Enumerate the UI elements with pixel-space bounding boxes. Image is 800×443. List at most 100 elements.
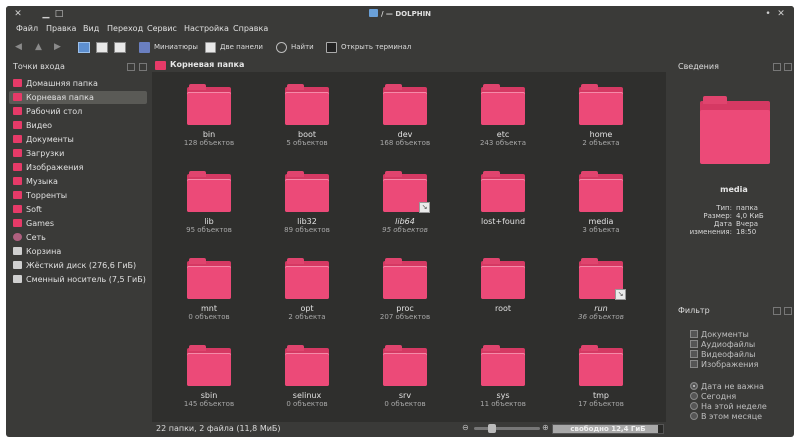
place-item[interactable]: Games [9, 217, 147, 230]
folder-item-count: 168 объектов [379, 139, 431, 147]
folder-icon [187, 169, 231, 213]
folder-name: tmp [592, 391, 609, 400]
folder-icon [187, 82, 231, 126]
folder-item-count: 207 объектов [379, 313, 431, 321]
folder-item[interactable]: lost+found [463, 169, 543, 249]
miniatures-button[interactable]: Миниатюры [139, 40, 198, 54]
place-item[interactable]: Музыка [9, 175, 147, 188]
radio-icon[interactable] [690, 412, 698, 420]
folder-item[interactable]: srv 0 объектов [365, 343, 445, 423]
filter-type-checkbox[interactable]: Документы [690, 330, 749, 339]
checkbox-icon[interactable] [690, 350, 698, 358]
checkbox-icon[interactable] [690, 330, 698, 338]
place-label: Корневая папка [26, 93, 94, 102]
icons-view-button[interactable] [78, 42, 90, 53]
close-window-icon[interactable]: ✕ [775, 8, 787, 20]
folder-item[interactable]: proc 207 объектов [365, 256, 445, 336]
place-item[interactable]: Торренты [9, 189, 147, 202]
folder-item[interactable]: tmp 17 объектов [561, 343, 641, 423]
filter-close-icon[interactable] [784, 307, 792, 315]
folder-item[interactable]: dev 168 объектов [365, 82, 445, 162]
menu-help[interactable]: Справка [233, 24, 268, 33]
folder-item[interactable]: sys 11 объектов [463, 343, 543, 423]
zoom-slider-handle[interactable] [488, 424, 496, 433]
place-item[interactable]: Сменный носитель (7,5 ГиБ) [9, 273, 147, 286]
filter-detach-icon[interactable] [773, 307, 781, 315]
place-item[interactable]: Сеть [9, 231, 147, 244]
details-view-button[interactable] [96, 42, 108, 53]
filter-date-radio[interactable]: Сегодня [690, 392, 736, 401]
folder-item[interactable]: ↘ lib64 95 объектов [365, 169, 445, 249]
folder-item[interactable]: media 3 объекта [561, 169, 641, 249]
pictures-folder-icon [13, 163, 22, 171]
forward-arrow-icon[interactable]: ▶ [54, 42, 61, 52]
folder-item[interactable]: sbin 145 объектов [169, 343, 249, 423]
place-item[interactable]: Загрузки [9, 147, 147, 160]
folder-item[interactable]: etc 243 объекта [463, 82, 543, 162]
removable-drive-icon [13, 275, 22, 283]
filter-date-radio[interactable]: На этой неделе [690, 402, 767, 411]
checkbox-icon[interactable] [690, 360, 698, 368]
zoom-slider[interactable] [474, 424, 540, 433]
zoom-out-icon[interactable]: ⊖ [462, 423, 469, 432]
filter-type-checkbox[interactable]: Изображения [690, 360, 758, 369]
filter-title: Фильтр [678, 306, 710, 315]
filter-date-radio[interactable]: Дата не важна [690, 382, 764, 391]
panel-detach-icon[interactable] [127, 63, 135, 71]
folder-icon [481, 343, 525, 387]
dolphin-window: ✕ ▁ □ / — DOLPHIN • ✕ Файл Правка Вид Пе… [6, 6, 794, 437]
zoom-in-icon[interactable]: ⊕ [542, 423, 549, 432]
filter-type-label: Изображения [701, 360, 759, 369]
place-item[interactable]: Документы [9, 133, 147, 146]
menu-edit[interactable]: Правка [46, 24, 76, 33]
folder-item-count: 3 объекта [582, 226, 620, 234]
menu-go[interactable]: Переход [107, 24, 143, 33]
folder-item[interactable]: selinux 0 объектов [267, 343, 347, 423]
menu-tools[interactable]: Сервис [147, 24, 177, 33]
up-arrow-icon[interactable]: ▲ [35, 42, 42, 52]
back-arrow-icon[interactable]: ◀ [15, 42, 22, 52]
radio-icon[interactable] [690, 392, 698, 400]
radio-icon[interactable] [690, 402, 698, 410]
place-item[interactable]: Изображения [9, 161, 147, 174]
folder-item[interactable]: ↘ run 36 объектов [561, 256, 641, 336]
folder-item[interactable]: mnt 0 объектов [169, 256, 249, 336]
root-folder-icon [155, 61, 166, 70]
place-item[interactable]: Корзина [9, 245, 147, 258]
place-item[interactable]: Корневая папка [9, 91, 147, 104]
folder-item[interactable]: lib 95 объектов [169, 169, 249, 249]
find-button[interactable]: Найти [276, 40, 314, 54]
filter-type-checkbox[interactable]: Видеофайлы [690, 350, 755, 359]
folder-name: proc [396, 304, 414, 313]
filter-date-radio[interactable]: В этом месяце [690, 412, 762, 421]
checkbox-icon[interactable] [690, 340, 698, 348]
place-item[interactable]: Рабочий стол [9, 105, 147, 118]
menu-settings[interactable]: Настройка [184, 24, 229, 33]
filter-type-checkbox[interactable]: Аудиофайлы [690, 340, 755, 349]
folder-item[interactable]: root [463, 256, 543, 336]
place-item[interactable]: Домашняя папка [9, 77, 147, 90]
radio-icon[interactable] [690, 382, 698, 390]
menu-file[interactable]: Файл [16, 24, 38, 33]
folder-item[interactable]: bin 128 объектов [169, 82, 249, 162]
columns-view-button[interactable] [114, 42, 126, 53]
window-menu-icon[interactable]: • [762, 8, 774, 20]
info-detach-icon[interactable] [773, 63, 781, 71]
panel-close-icon[interactable] [139, 63, 147, 71]
info-close-icon[interactable] [784, 63, 792, 71]
folder-item[interactable]: boot 5 объектов [267, 82, 347, 162]
folder-icon [481, 169, 525, 213]
folder-item-count: 95 объектов [382, 226, 428, 234]
place-item[interactable]: Видео [9, 119, 147, 132]
two-panels-button[interactable]: Две панели [205, 40, 263, 54]
menu-view[interactable]: Вид [83, 24, 99, 33]
folder-icon [579, 82, 623, 126]
folder-name: boot [297, 130, 316, 139]
folder-item[interactable]: opt 2 объекта [267, 256, 347, 336]
place-item[interactable]: Soft [9, 203, 147, 216]
folder-item[interactable]: lib32 89 объектов [267, 169, 347, 249]
vertical-scrollbar[interactable] [666, 58, 672, 422]
folder-item[interactable]: home 2 объекта [561, 82, 641, 162]
place-item[interactable]: Жёсткий диск (276,6 ГиБ) [9, 259, 147, 272]
open-terminal-button[interactable]: Открыть терминал [326, 40, 411, 54]
